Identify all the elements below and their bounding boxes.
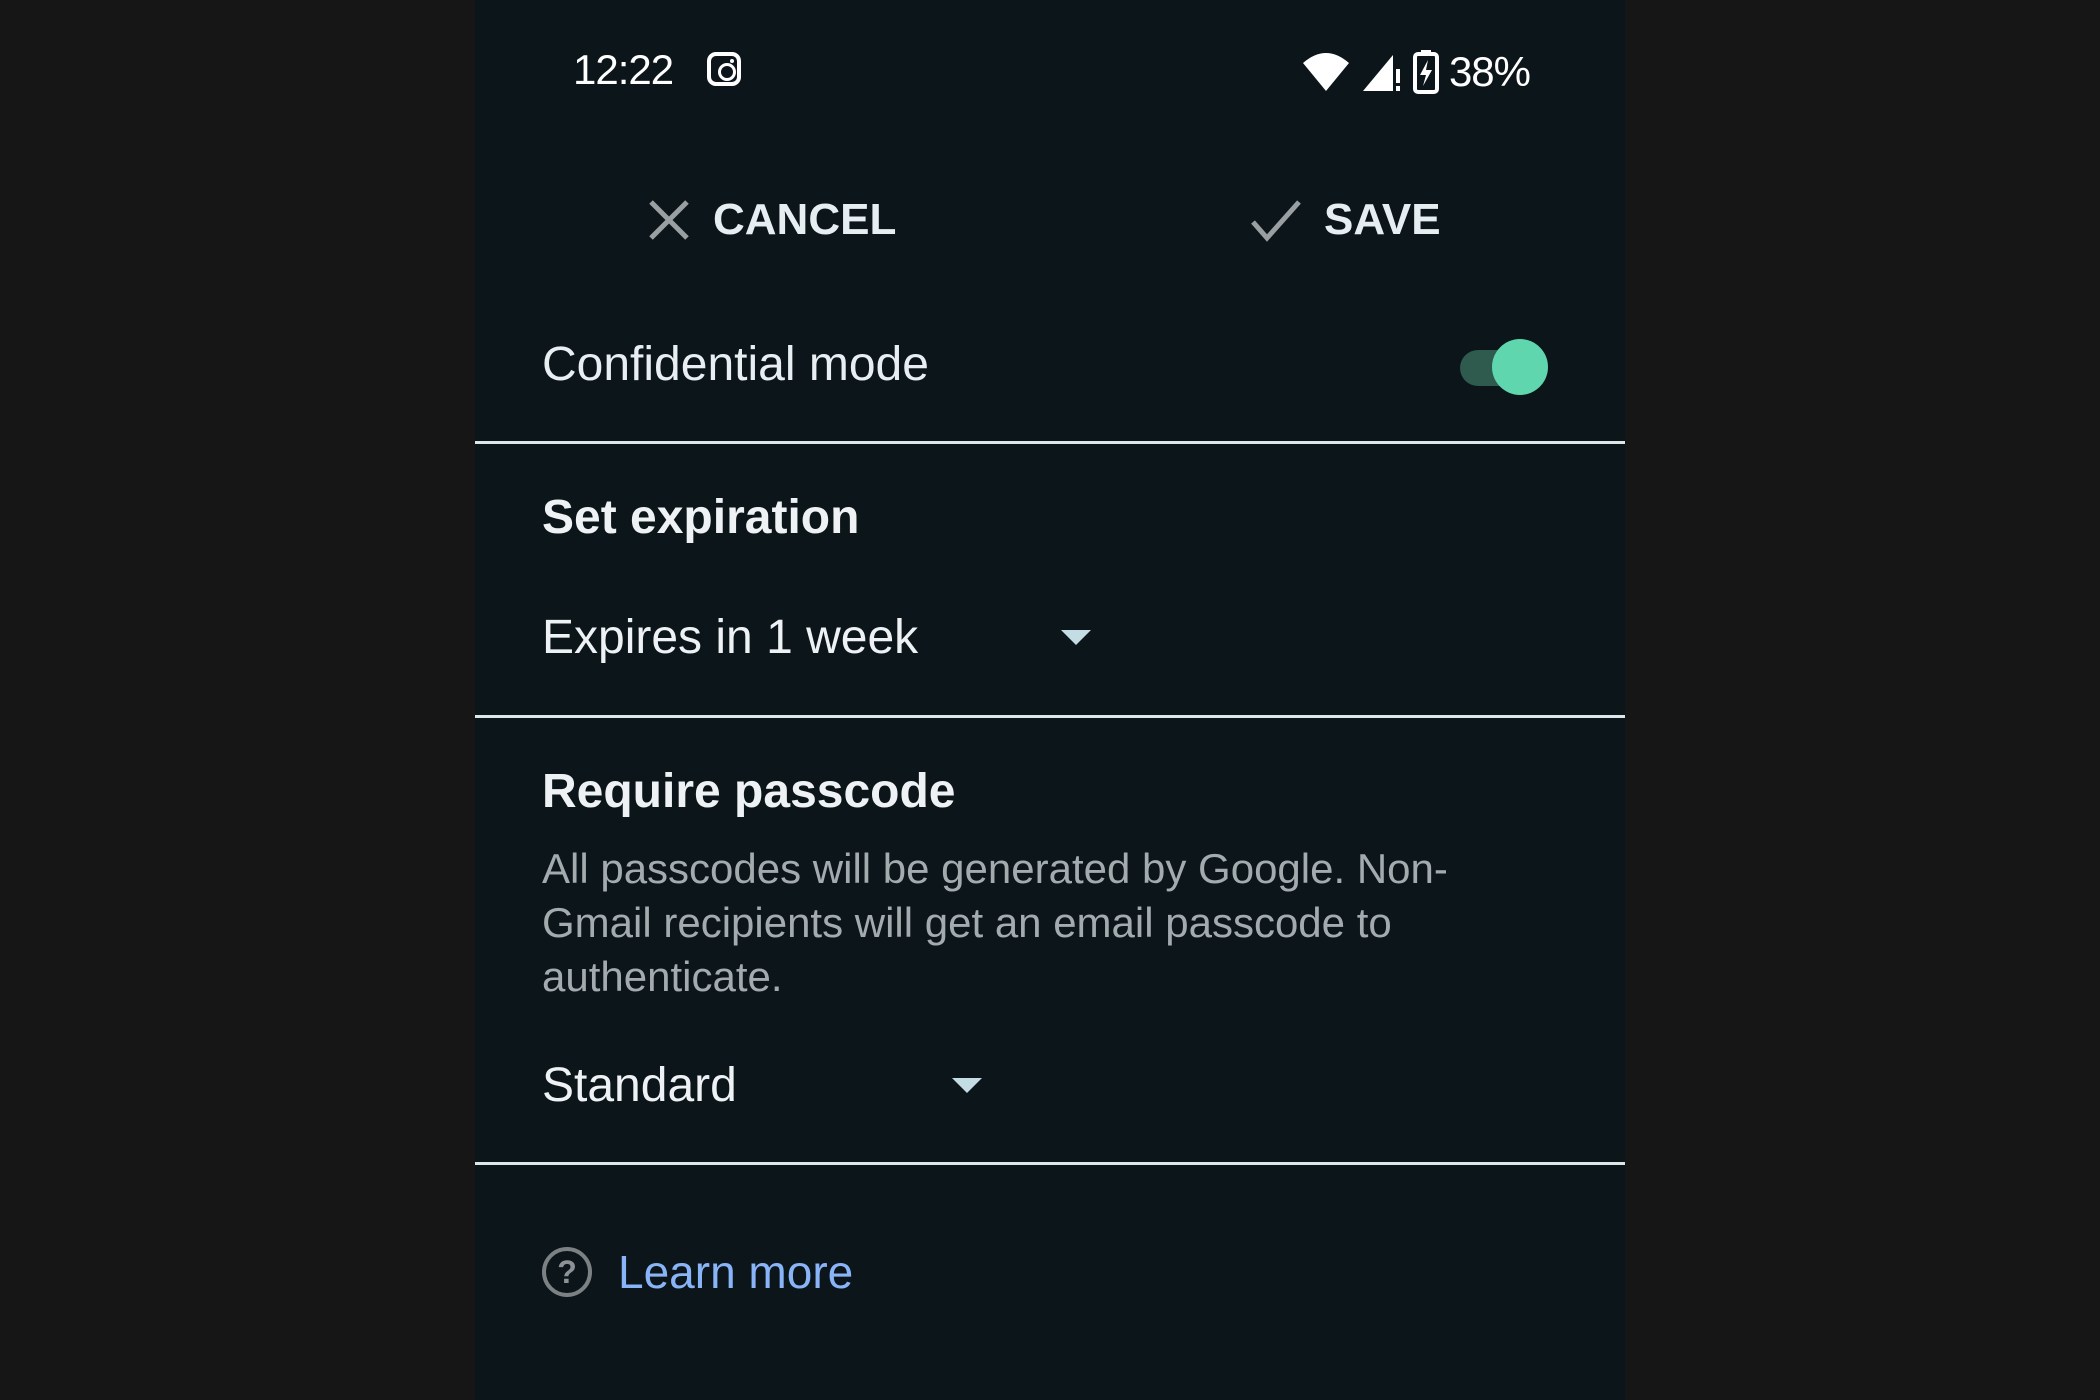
confidential-mode-label: Confidential mode bbox=[542, 338, 929, 391]
passcode-description: All passcodes will be generated by Googl… bbox=[542, 845, 1448, 1000]
phone-screen: 12:22 38% CANCEL SAVE Confidential mode … bbox=[475, 0, 1625, 1400]
passcode-value: Standard bbox=[542, 1059, 737, 1112]
confidential-mode-toggle[interactable] bbox=[1460, 337, 1550, 395]
dropdown-caret-icon bbox=[1061, 630, 1092, 645]
close-icon bbox=[649, 200, 689, 240]
battery-charging-icon bbox=[1412, 50, 1439, 94]
toggle-thumb bbox=[1492, 339, 1548, 395]
passcode-dropdown[interactable]: Standard bbox=[542, 1058, 982, 1113]
check-icon bbox=[1251, 200, 1301, 242]
status-bar: 12:22 38% bbox=[475, 0, 1625, 140]
cell-signal-icon bbox=[1362, 55, 1400, 91]
require-passcode-heading: Require passcode bbox=[542, 765, 956, 818]
action-bar: CANCEL SAVE bbox=[475, 180, 1625, 260]
divider bbox=[475, 715, 1625, 718]
cancel-label: CANCEL bbox=[713, 195, 897, 244]
set-expiration-heading: Set expiration bbox=[542, 491, 860, 544]
help-circle-icon: ? bbox=[542, 1247, 592, 1297]
wifi-icon bbox=[1302, 53, 1349, 91]
status-time: 12:22 bbox=[573, 46, 674, 93]
divider bbox=[475, 1162, 1625, 1165]
expiration-dropdown[interactable]: Expires in 1 week bbox=[542, 610, 1092, 665]
dropdown-caret-icon bbox=[951, 1078, 982, 1093]
save-label: SAVE bbox=[1324, 195, 1441, 244]
learn-more-link[interactable]: ? Learn more bbox=[542, 1245, 853, 1299]
expiration-value: Expires in 1 week bbox=[542, 611, 919, 664]
divider bbox=[475, 441, 1625, 444]
battery-percent: 38% bbox=[1448, 48, 1531, 95]
confidential-mode-row: Confidential mode bbox=[475, 305, 1625, 425]
system-icons: 38% bbox=[1301, 48, 1531, 96]
cancel-button[interactable]: CANCEL bbox=[647, 180, 896, 260]
learn-more-label: Learn more bbox=[618, 1246, 854, 1298]
instagram-icon bbox=[707, 52, 741, 86]
save-button[interactable]: SAVE bbox=[1250, 180, 1441, 260]
